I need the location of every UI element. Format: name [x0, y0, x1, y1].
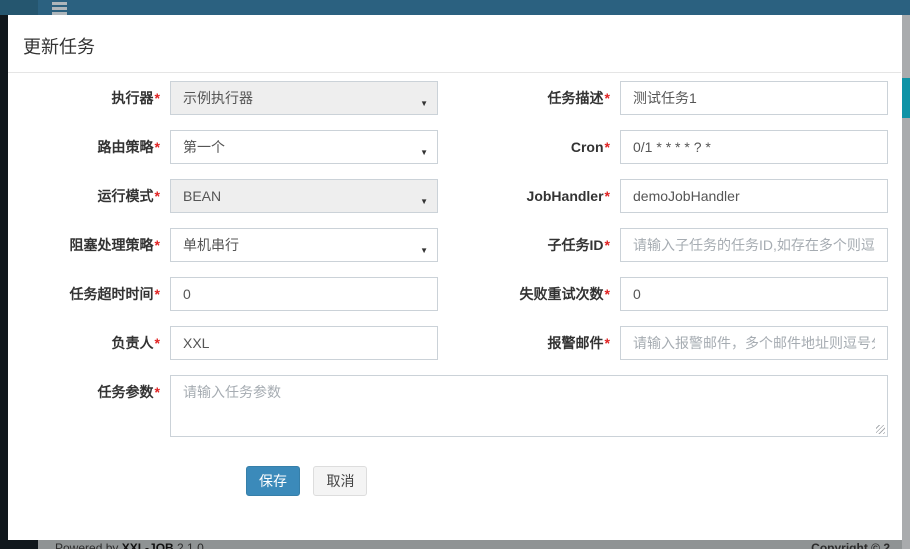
executor-label: 执行器* [8, 81, 170, 115]
fail-retry-label: 失败重试次数* [438, 277, 620, 311]
timeout-input[interactable] [170, 277, 438, 311]
powered-by: Powered by XXL-JOB 2.1.0 [55, 541, 204, 549]
scrollbar[interactable] [902, 15, 910, 549]
run-mode-select[interactable]: BEAN ▼ [170, 179, 438, 213]
form-row: 负责人* 报警邮件* [8, 326, 901, 360]
cancel-button[interactable]: 取消 [313, 466, 367, 496]
page-footer: Powered by XXL-JOB 2.1.0 Copyright © 2 [0, 540, 902, 549]
timeout-label: 任务超时时间* [8, 277, 170, 311]
author-label: 负责人* [8, 326, 170, 360]
sidebar-strip [0, 15, 8, 549]
page: 更新任务 执行器* 示例执行器 ▼ 任务描述* 路由策略* 第一个 ▼ [0, 0, 910, 549]
task-desc-label: 任务描述* [438, 81, 620, 115]
task-desc-input[interactable] [620, 81, 888, 115]
alarm-email-input[interactable] [620, 326, 888, 360]
child-jobid-input[interactable] [620, 228, 888, 262]
modal-footer: 保存 取消 [246, 466, 901, 496]
job-param-textarea[interactable] [170, 375, 888, 437]
form-row: 路由策略* 第一个 ▼ Cron* [8, 130, 901, 164]
modal-title: 更新任务 [23, 33, 886, 59]
navbar [0, 0, 910, 15]
alarm-email-label: 报警邮件* [438, 326, 620, 360]
chevron-down-icon: ▼ [420, 241, 428, 261]
save-button[interactable]: 保存 [246, 466, 300, 496]
executor-select[interactable]: 示例执行器 ▼ [170, 81, 438, 115]
modal-body: 执行器* 示例执行器 ▼ 任务描述* 路由策略* 第一个 ▼ Cron* [8, 73, 901, 496]
chevron-down-icon: ▼ [420, 143, 428, 163]
fail-retry-input[interactable] [620, 277, 888, 311]
sidebar-footer-corner [0, 540, 38, 549]
hamburger-menu-icon[interactable] [52, 2, 67, 14]
block-strategy-select[interactable]: 单机串行 ▼ [170, 228, 438, 262]
cron-label: Cron* [438, 130, 620, 164]
form-row: 运行模式* BEAN ▼ JobHandler* [8, 179, 901, 213]
form-row: 执行器* 示例执行器 ▼ 任务描述* [8, 81, 901, 115]
route-strategy-label: 路由策略* [8, 130, 170, 164]
author-input[interactable] [170, 326, 438, 360]
child-jobid-label: 子任务ID* [438, 228, 620, 262]
update-task-modal: 更新任务 执行器* 示例执行器 ▼ 任务描述* 路由策略* 第一个 ▼ [8, 15, 901, 540]
job-param-label: 任务参数* [8, 375, 170, 437]
chevron-down-icon: ▼ [420, 192, 428, 212]
scrollbar-thumb[interactable] [902, 78, 910, 118]
jobhandler-label: JobHandler* [438, 179, 620, 213]
form-row: 任务超时时间* 失败重试次数* [8, 277, 901, 311]
form-row: 阻塞处理策略* 单机串行 ▼ 子任务ID* [8, 228, 901, 262]
navbar-logo [0, 0, 38, 15]
form-row: 任务参数* [8, 375, 901, 437]
jobhandler-input[interactable] [620, 179, 888, 213]
route-strategy-select[interactable]: 第一个 ▼ [170, 130, 438, 164]
run-mode-label: 运行模式* [8, 179, 170, 213]
cron-input[interactable] [620, 130, 888, 164]
chevron-down-icon: ▼ [420, 94, 428, 114]
modal-header: 更新任务 [8, 15, 901, 73]
copyright: Copyright © 2 [811, 541, 890, 549]
block-strategy-label: 阻塞处理策略* [8, 228, 170, 262]
